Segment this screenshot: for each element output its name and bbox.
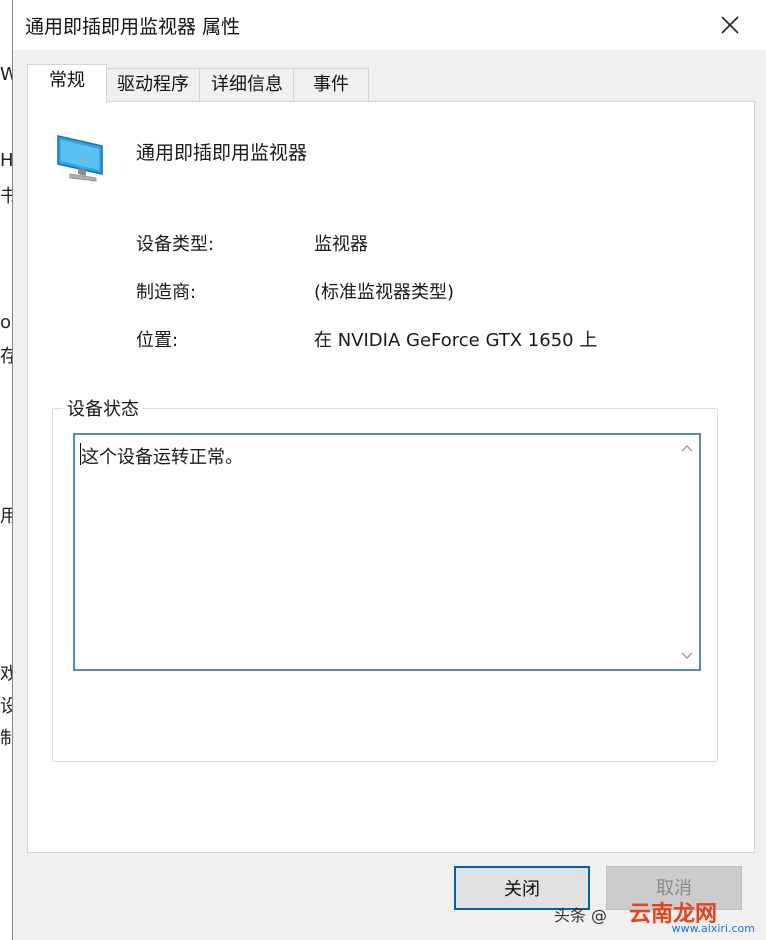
location-value: 在 NVIDIA GeForce GTX 1650 上 <box>314 330 598 351</box>
device-status-group: 设备状态 这个设备运转正常。 <box>52 395 718 762</box>
tab-general[interactable]: 常规 <box>27 64 107 103</box>
title-bar[interactable]: 通用即插即用监视器 属性 <box>13 0 766 50</box>
scroll-up-icon[interactable] <box>679 441 695 457</box>
scroll-down-icon[interactable] <box>679 647 695 663</box>
background-text: o <box>0 312 12 333</box>
tab-driver[interactable]: 驱动程序 <box>105 68 201 101</box>
device-type-value: 监视器 <box>314 234 368 255</box>
status-scrollbar[interactable] <box>675 435 699 669</box>
device-status-text: 这个设备运转正常。 <box>81 447 243 468</box>
background-text: 制 <box>0 728 12 749</box>
device-name: 通用即插即用监视器 <box>136 142 308 164</box>
background-text: W <box>0 64 12 85</box>
device-status-title: 设备状态 <box>63 395 143 421</box>
tab-events[interactable]: 事件 <box>293 68 369 101</box>
window-title: 通用即插即用监视器 属性 <box>25 16 241 38</box>
device-type-label: 设备类型: <box>136 234 215 255</box>
watermark-url: www.aixiri.com <box>671 922 755 935</box>
background-text: H <box>0 150 12 171</box>
background-text: 存 <box>0 346 12 367</box>
properties-dialog: 通用即插即用监视器 属性 常规 驱动程序 详细信息 事件 通用即插即用监视器 设… <box>12 0 766 940</box>
watermark-prefix: 头条 @ <box>553 906 607 925</box>
general-tab-panel: 通用即插即用监视器 设备类型: 监视器 制造商: (标准监视器类型) 位置: 在… <box>27 101 755 853</box>
tab-details[interactable]: 详细信息 <box>199 68 295 101</box>
background-text: 书 <box>0 186 12 207</box>
manufacturer-label: 制造商: <box>136 282 197 303</box>
location-label: 位置: <box>136 330 179 351</box>
device-status-textbox[interactable]: 这个设备运转正常。 <box>73 433 701 671</box>
close-icon <box>721 16 739 34</box>
background-text: 戏 <box>0 664 12 685</box>
monitor-icon <box>57 135 103 182</box>
manufacturer-value: (标准监视器类型) <box>314 282 455 303</box>
close-window-button[interactable] <box>715 10 745 40</box>
background-text: 用 <box>0 506 12 527</box>
background-text: 设 <box>0 696 12 717</box>
